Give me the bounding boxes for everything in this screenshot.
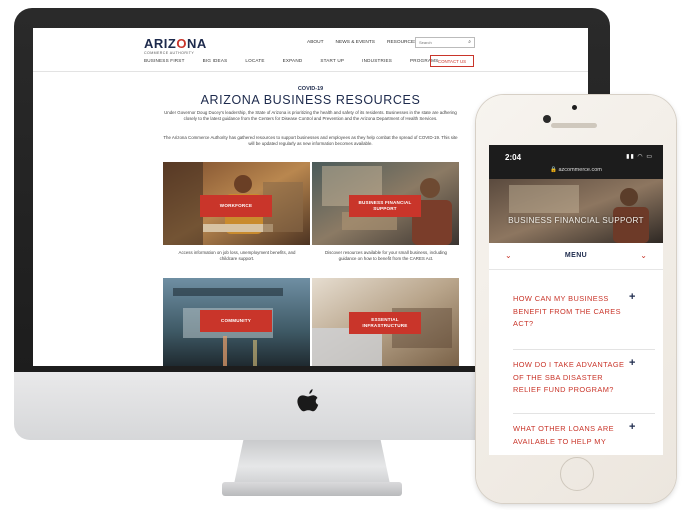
nav-divider xyxy=(33,71,588,72)
nav-start-up[interactable]: START UP xyxy=(320,58,344,63)
tile-business-financial-support[interactable]: BUSINESS FINANCIAL SUPPORT xyxy=(312,162,459,245)
status-time: 2:04 xyxy=(505,153,522,162)
faq-question: HOW CAN MY BUSINESS BENEFIT FROM THE CAR… xyxy=(513,294,621,329)
plus-icon[interactable]: + xyxy=(629,291,635,303)
nav-expand[interactable]: EXPAND xyxy=(283,58,303,63)
tile-label-community: COMMUNITY xyxy=(200,310,272,332)
nav-link-news-events[interactable]: NEWS & EVENTS xyxy=(336,40,375,45)
faq-divider xyxy=(513,349,655,350)
imac-stand xyxy=(234,440,390,484)
logo-text-b: NA xyxy=(186,36,207,51)
nav-business-first[interactable]: BUSINESS FIRST xyxy=(144,58,185,63)
main-nav: BUSINESS FIRST BIG IDEAS LOCATE EXPAND S… xyxy=(144,58,438,63)
intro-paragraph-2: The Arizona Commerce Authority has gathe… xyxy=(163,135,458,147)
plus-icon[interactable]: + xyxy=(629,421,635,433)
faq-divider xyxy=(513,413,655,414)
faq-question: HOW DO I TAKE ADVANTAGE OF THE SBA DISAS… xyxy=(513,360,625,395)
hero-title: BUSINESS FINANCIAL SUPPORT xyxy=(508,216,644,225)
logo-text-a: ARIZ xyxy=(144,36,177,51)
phone-sensor xyxy=(572,105,577,110)
address-bar[interactable]: 🔒 azcommerce.com xyxy=(489,167,663,173)
status-icons: ▮▮ ◠ ▭ xyxy=(626,154,653,160)
tile-community[interactable]: COMMUNITY xyxy=(163,278,310,366)
contact-us-button[interactable]: CONTACT US xyxy=(430,55,474,67)
section-eyebrow: COVID-19 xyxy=(297,86,324,92)
nav-industries[interactable]: INDUSTRIES xyxy=(362,58,392,63)
nav-big-ideas[interactable]: BIG IDEAS xyxy=(203,58,228,63)
imac-stand-base xyxy=(222,482,402,496)
intro-paragraph-1: Under Governor Doug Ducey's leadership, … xyxy=(164,110,457,122)
search-placeholder: Search xyxy=(419,40,432,45)
tile-workforce[interactable]: WORKFORCE xyxy=(163,162,310,245)
plus-icon[interactable]: + xyxy=(629,357,635,369)
nav-locate[interactable]: LOCATE xyxy=(245,58,264,63)
utility-nav: ABOUT NEWS & EVENTS RESOURCES xyxy=(307,40,417,45)
tile-label-business-financial-support: BUSINESS FINANCIAL SUPPORT xyxy=(349,195,421,217)
search-input[interactable]: Search ⌕ xyxy=(415,37,475,48)
tile-label-workforce: WORKFORCE xyxy=(200,195,272,217)
phone-speaker xyxy=(551,123,597,128)
mobile-menu-bar[interactable]: ⌄ MENU ⌄ xyxy=(489,245,663,270)
logo-subtitle: COMMERCE AUTHORITY xyxy=(144,51,195,55)
phone-home-button[interactable] xyxy=(560,457,594,491)
search-icon[interactable]: ⌕ xyxy=(468,39,471,45)
phone-camera xyxy=(543,115,551,123)
tile-label-essential-infrastructure: ESSENTIAL INFRASTRUCTURE xyxy=(349,312,421,334)
tile-essential-infrastructure[interactable]: ESSENTIAL INFRASTRUCTURE xyxy=(312,278,459,366)
apple-logo-icon xyxy=(297,389,319,412)
nav-link-resources[interactable]: RESOURCES xyxy=(387,40,417,45)
hero-photo xyxy=(489,179,663,243)
site-logo[interactable]: ARIZONA COMMERCE AUTHORITY xyxy=(144,37,207,55)
faq-question: WHAT OTHER LOANS ARE AVAILABLE TO HELP M… xyxy=(513,424,614,446)
nav-link-about[interactable]: ABOUT xyxy=(307,40,324,45)
tile-caption-workforce: Access information on job loss, unemploy… xyxy=(178,250,296,262)
chevron-down-icon[interactable]: ⌄ xyxy=(640,251,647,260)
status-bar: 2:04 ▮▮ ◠ ▭ 🔒 azcommerce.com xyxy=(489,145,663,179)
mobile-hero: BUSINESS FINANCIAL SUPPORT xyxy=(489,179,663,243)
logo-text-o: O xyxy=(176,36,187,51)
tile-caption-business-financial-support: Discover resources available for your sm… xyxy=(324,250,448,262)
mobile-screen: 2:04 ▮▮ ◠ ▭ 🔒 azcommerce.com BUSINESS FI… xyxy=(489,145,663,455)
menu-label: MENU xyxy=(564,252,588,259)
